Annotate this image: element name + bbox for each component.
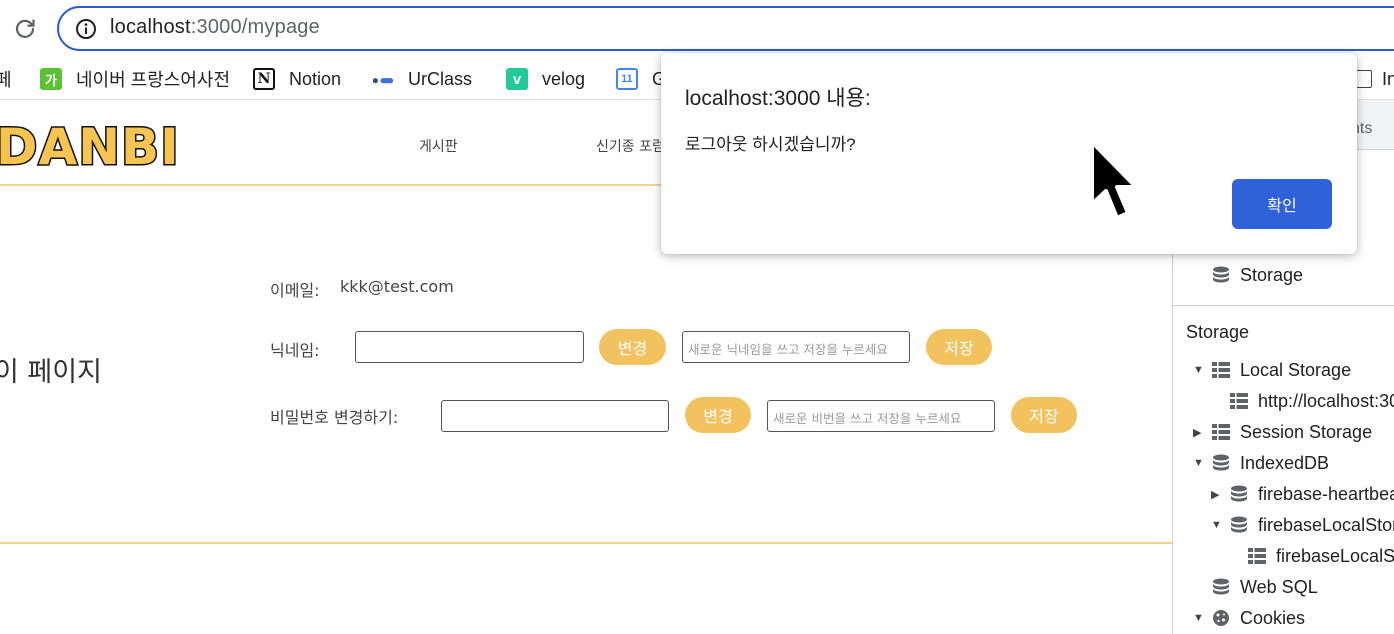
storage-tree-label: Web SQL bbox=[1240, 576, 1318, 597]
expand-arrow-right-icon[interactable]: ▶ bbox=[1193, 426, 1205, 439]
database-icon bbox=[1213, 454, 1229, 471]
database-icon bbox=[1213, 578, 1229, 595]
password-input[interactable] bbox=[441, 400, 669, 432]
expand-arrow-down-icon[interactable]: ▼ bbox=[1193, 364, 1205, 376]
bookmark-calendar[interactable]: 11 G bbox=[616, 66, 666, 92]
new-nickname-input[interactable]: 새로운 닉네임을 쓰고 저장을 누르세요 bbox=[682, 331, 910, 363]
nickname-change-button[interactable]: 변경 bbox=[599, 329, 666, 365]
bookmark-document[interactable]: In bbox=[1354, 66, 1394, 92]
url-text: localhost:3000/mypage bbox=[110, 16, 320, 39]
bookmark-label: In bbox=[1382, 68, 1394, 89]
storage-tree-label: IndexedDB bbox=[1240, 452, 1330, 473]
grid-icon bbox=[1248, 548, 1266, 564]
bookmark-velog[interactable]: v velog bbox=[506, 66, 585, 92]
footer-divider bbox=[0, 542, 1172, 544]
bookmark-label: 페 bbox=[0, 70, 12, 90]
devtools-item-label: Storage bbox=[1240, 264, 1304, 285]
velog-icon: v bbox=[506, 68, 528, 90]
storage-heading: Storage bbox=[1186, 322, 1250, 342]
site-logo[interactable]: DANBI bbox=[0, 112, 232, 180]
storage-tree-label: Local Storage bbox=[1240, 359, 1352, 380]
url-path: :3000/mypage bbox=[190, 16, 320, 38]
logo-text: DANBI bbox=[0, 118, 180, 176]
storage-tree-item[interactable]: ▼ firebaseLocalStorageDb bbox=[1211, 511, 1394, 539]
naver-dict-icon: 가 bbox=[40, 68, 62, 90]
storage-tree-item[interactable]: ▼ IndexedDB bbox=[1193, 449, 1329, 477]
bookmark-partial[interactable]: 페 bbox=[0, 66, 12, 92]
reload-button[interactable] bbox=[10, 14, 40, 44]
bookmark-label: 네이버 프랑스어사전 bbox=[76, 70, 231, 90]
notion-icon: N bbox=[253, 68, 275, 90]
password-change-button[interactable]: 변경 bbox=[685, 397, 751, 433]
url-host: localhost bbox=[110, 16, 191, 38]
email-label: 이메일: bbox=[270, 281, 320, 300]
bookmark-notion[interactable]: N Notion bbox=[253, 66, 341, 92]
nickname-save-button[interactable]: 저장 bbox=[926, 329, 992, 365]
expand-arrow-down-icon[interactable]: ▼ bbox=[1211, 519, 1223, 531]
new-password-input[interactable]: 새로운 비번을 쓰고 저장을 누르세요 bbox=[767, 400, 995, 432]
storage-tree-label: Session Storage bbox=[1240, 421, 1373, 442]
nickname-label: 닉네임: bbox=[270, 341, 320, 360]
storage-tree-label: firebaseLocalStorageDb bbox=[1258, 514, 1394, 535]
alert-dialog: localhost:3000 내용: 로그아웃 하시겠습니까? 확인 bbox=[661, 53, 1357, 254]
database-icon bbox=[1231, 516, 1247, 533]
storage-tree-item[interactable]: ▶ firebase-heartbeat-database bbox=[1211, 480, 1394, 508]
storage-tree-item[interactable]: firebaseLocalStorage bbox=[1229, 542, 1394, 570]
ok-button[interactable]: 확인 bbox=[1232, 179, 1332, 229]
storage-tree-label: Cookies bbox=[1240, 607, 1306, 628]
reload-icon bbox=[15, 19, 35, 38]
browser-toolbar: localhost:3000/mypage bbox=[0, 0, 1394, 58]
address-bar[interactable]: localhost:3000/mypage bbox=[57, 6, 1394, 51]
calendar-icon: 11 bbox=[616, 68, 638, 90]
storage-tree-item[interactable]: ▼ Local Storage bbox=[1193, 356, 1351, 384]
nickname-input[interactable] bbox=[355, 331, 584, 363]
expand-arrow-right-icon[interactable]: ▶ bbox=[1211, 488, 1223, 501]
grid-icon bbox=[1212, 424, 1230, 440]
storage-tree-item[interactable]: http://localhost:3000 bbox=[1211, 387, 1394, 415]
nav-board[interactable]: 게시판 bbox=[419, 136, 458, 156]
password-label: 비밀번호 변경하기: bbox=[270, 408, 399, 427]
urclass-icon bbox=[372, 68, 394, 90]
dialog-message: 로그아웃 하시겠습니까? bbox=[685, 135, 856, 154]
mouse-cursor-icon bbox=[1090, 140, 1138, 220]
nav-forum[interactable]: 신기종 포럼 bbox=[596, 136, 665, 156]
bookmark-label: velog bbox=[542, 68, 586, 89]
email-value: kkk@test.com bbox=[340, 277, 454, 296]
database-icon bbox=[1231, 485, 1247, 502]
password-save-button[interactable]: 저장 bbox=[1011, 397, 1077, 433]
info-icon[interactable] bbox=[75, 18, 97, 40]
cookie-icon bbox=[1213, 610, 1229, 626]
bookmark-urclass[interactable]: UrClass bbox=[372, 66, 472, 92]
storage-tree-label: firebaseLocalStorage bbox=[1276, 545, 1394, 566]
devtools-divider bbox=[1173, 305, 1394, 306]
storage-tree-item[interactable]: ▼ Cookies bbox=[1193, 604, 1305, 632]
bookmark-naver-dict[interactable]: 가 네이버 프랑스어사전 bbox=[40, 66, 230, 92]
expand-arrow-down-icon[interactable]: ▼ bbox=[1193, 457, 1205, 469]
dialog-title: localhost:3000 내용: bbox=[685, 87, 871, 110]
bookmark-label: Notion bbox=[289, 68, 342, 89]
expand-arrow-down-icon[interactable]: ▼ bbox=[1193, 612, 1205, 624]
storage-tree-item[interactable]: Web SQL bbox=[1193, 573, 1318, 601]
grid-icon bbox=[1212, 362, 1230, 378]
database-icon bbox=[1213, 266, 1229, 283]
storage-tree-label: http://localhost:3000 bbox=[1258, 390, 1394, 411]
storage-tree-item[interactable]: ▶ Session Storage bbox=[1193, 418, 1372, 446]
bookmark-label: UrClass bbox=[408, 68, 473, 89]
page-title: 이 페이지 bbox=[0, 357, 102, 388]
devtools-item-storage[interactable]: Storage bbox=[1211, 261, 1303, 289]
grid-icon bbox=[1230, 393, 1248, 409]
storage-tree-label: firebase-heartbeat-database bbox=[1258, 483, 1394, 504]
